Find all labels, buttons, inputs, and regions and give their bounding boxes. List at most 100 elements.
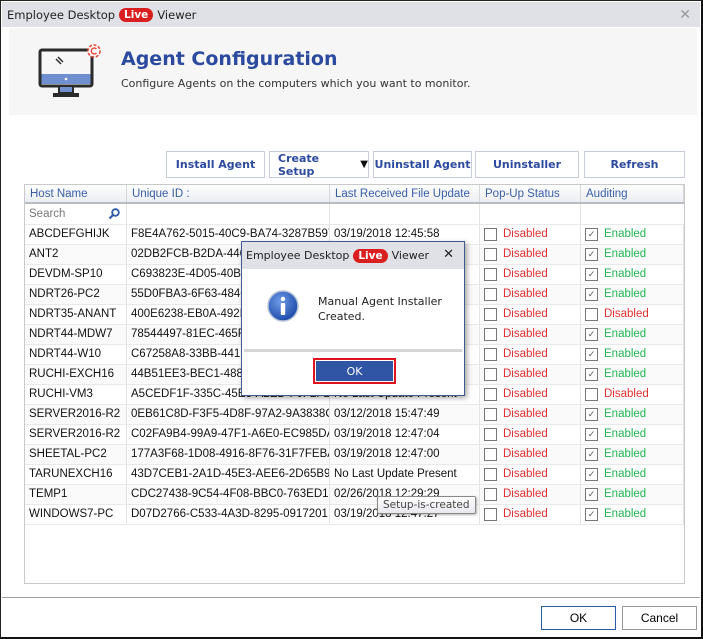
ok-button[interactable]: OK (541, 606, 616, 630)
popup-status-label: Disabled (503, 228, 548, 240)
auditing-label: Disabled (604, 308, 649, 320)
host-name-cell: ANT2 (25, 245, 127, 264)
auditing-checkbox[interactable]: ✓ (585, 448, 598, 461)
uninstall-agent-button[interactable]: Uninstall Agent (373, 151, 472, 178)
last-update-cell: 03/12/2018 15:47:49 (330, 405, 480, 424)
unique-id-cell: C02FA9B4-99A9-47F1-A6E0-EC985DA... (127, 425, 330, 444)
table-row[interactable]: TEMP1 CDC27438-9C54-4F08-BBC0-763ED18... 0… (25, 485, 684, 505)
auditing-label: Enabled (604, 228, 647, 240)
title-prefix: Employee Desktop (7, 7, 116, 22)
popup-status-cell: Disabled (480, 325, 581, 344)
column-header-popup-status[interactable]: Pop-Up Status (480, 185, 581, 202)
auditing-checkbox[interactable]: ✓ (585, 508, 598, 521)
auditing-checkbox[interactable]: ✓ (585, 288, 598, 301)
auditing-checkbox[interactable]: ✓ (585, 268, 598, 281)
table-row[interactable]: SHEETAL-PC2 177A3F68-1D08-4916-8F76-31F7F… (25, 445, 684, 465)
auditing-cell: ✓ Enabled (581, 405, 684, 424)
auditing-label: Enabled (604, 348, 647, 360)
dialog-close-icon[interactable]: ✕ (443, 247, 454, 262)
host-name-cell: RUCHI-EXCH16 (25, 365, 127, 384)
popup-status-checkbox[interactable] (484, 348, 497, 361)
close-icon[interactable]: ✕ (679, 7, 691, 23)
popup-status-cell: Disabled (480, 345, 581, 364)
popup-status-label: Disabled (503, 408, 548, 420)
last-update-cell: 03/19/2018 12:47:04 (330, 425, 480, 444)
auditing-cell: ✓ Enabled (581, 325, 684, 344)
create-setup-button[interactable]: Create Setup ▼ (269, 151, 369, 178)
dialog-ok-button[interactable]: OK (313, 358, 396, 384)
auditing-checkbox[interactable]: ✓ (585, 368, 598, 381)
page-header: Agent Configuration Configure Agents on … (9, 28, 697, 115)
auditing-label: Enabled (604, 408, 647, 420)
popup-status-label: Disabled (503, 268, 548, 280)
table-row[interactable]: WINDOWS7-PC D07D2766-C533-4A3D-8295-09172… (25, 505, 684, 525)
uninstaller-button[interactable]: Uninstaller (475, 151, 579, 178)
popup-status-checkbox[interactable] (484, 488, 497, 501)
dialog-divider (244, 349, 462, 352)
auditing-checkbox[interactable] (585, 308, 598, 321)
message-dialog: Employee Desktop Live Viewer ✕ Manual Ag… (241, 241, 465, 396)
unique-id-cell: 177A3F68-1D08-4916-8F76-31F7FEBA... (127, 445, 330, 464)
unique-id-cell: 0EB61C8D-F3F5-4D8F-97A2-9A3838C... (127, 405, 330, 424)
search-icon[interactable] (108, 208, 120, 220)
auditing-cell: ✓ Enabled (581, 245, 684, 264)
unique-id-cell: D07D2766-C533-4A3D-8295-0917201... (127, 505, 330, 524)
popup-status-checkbox[interactable] (484, 288, 497, 301)
auditing-checkbox[interactable]: ✓ (585, 228, 598, 241)
auditing-cell: ✓ Enabled (581, 345, 684, 364)
popup-status-label: Disabled (503, 428, 548, 440)
popup-status-checkbox[interactable] (484, 228, 497, 241)
auditing-checkbox[interactable]: ✓ (585, 348, 598, 361)
popup-status-cell: Disabled (480, 285, 581, 304)
popup-status-checkbox[interactable] (484, 368, 497, 381)
auditing-label: Enabled (604, 288, 647, 300)
auditing-checkbox[interactable]: ✓ (585, 488, 598, 501)
column-header-last-update[interactable]: Last Received File Update (330, 185, 480, 202)
search-input[interactable]: Search (25, 204, 127, 224)
popup-status-checkbox[interactable] (484, 508, 497, 521)
auditing-checkbox[interactable]: ✓ (585, 248, 598, 261)
install-agent-button[interactable]: Install Agent (166, 151, 265, 178)
auditing-checkbox[interactable]: ✓ (585, 328, 598, 341)
popup-status-checkbox[interactable] (484, 328, 497, 341)
popup-status-label: Disabled (503, 388, 548, 400)
auditing-checkbox[interactable]: ✓ (585, 468, 598, 481)
host-name-cell: RUCHI-VM3 (25, 385, 127, 404)
popup-status-cell: Disabled (480, 265, 581, 284)
dialog-title-suffix: Viewer (391, 249, 430, 262)
cancel-button[interactable]: Cancel (622, 606, 697, 630)
popup-status-checkbox[interactable] (484, 468, 497, 481)
popup-status-checkbox[interactable] (484, 268, 497, 281)
title-bar: Employee Desktop Live Viewer ✕ (2, 2, 700, 27)
auditing-checkbox[interactable] (585, 388, 598, 401)
tooltip: Setup-is-created (377, 496, 476, 514)
popup-status-checkbox[interactable] (484, 408, 497, 421)
last-update-cell: No Last Update Present (330, 465, 480, 484)
column-header-host-name[interactable]: Host Name (25, 185, 127, 202)
popup-status-checkbox[interactable] (484, 448, 497, 461)
popup-status-checkbox[interactable] (484, 308, 497, 321)
chevron-down-icon[interactable]: ▼ (360, 159, 368, 170)
popup-status-checkbox[interactable] (484, 248, 497, 261)
auditing-checkbox[interactable]: ✓ (585, 428, 598, 441)
auditing-cell: Disabled (581, 385, 684, 404)
column-header-unique-id[interactable]: Unique ID : (127, 185, 330, 202)
table-row[interactable]: SERVER2016-R2 C02FA9B4-99A9-47F1-A6E0-EC9… (25, 425, 684, 445)
column-header-auditing[interactable]: Auditing (581, 185, 684, 202)
popup-status-label: Disabled (503, 368, 548, 380)
popup-status-cell: Disabled (480, 385, 581, 404)
host-name-cell: SERVER2016-R2 (25, 405, 127, 424)
refresh-button[interactable]: Refresh (584, 151, 685, 178)
auditing-checkbox[interactable]: ✓ (585, 408, 598, 421)
auditing-label: Enabled (604, 268, 647, 280)
table-row[interactable]: SERVER2016-R2 0EB61C8D-F3F5-4D8F-97A2-9A3… (25, 405, 684, 425)
auditing-cell: ✓ Enabled (581, 225, 684, 244)
create-setup-label: Create Setup (278, 151, 320, 178)
main-window: Employee Desktop Live Viewer ✕ Agent Con… (0, 0, 703, 639)
popup-status-checkbox[interactable] (484, 388, 497, 401)
popup-status-checkbox[interactable] (484, 428, 497, 441)
monitor-gear-icon (38, 44, 101, 97)
auditing-cell: ✓ Enabled (581, 445, 684, 464)
auditing-cell: ✓ Enabled (581, 365, 684, 384)
table-row[interactable]: TARUNEXCH16 43D7CEB1-2A1D-45E3-AEE6-2D65B… (25, 465, 684, 485)
